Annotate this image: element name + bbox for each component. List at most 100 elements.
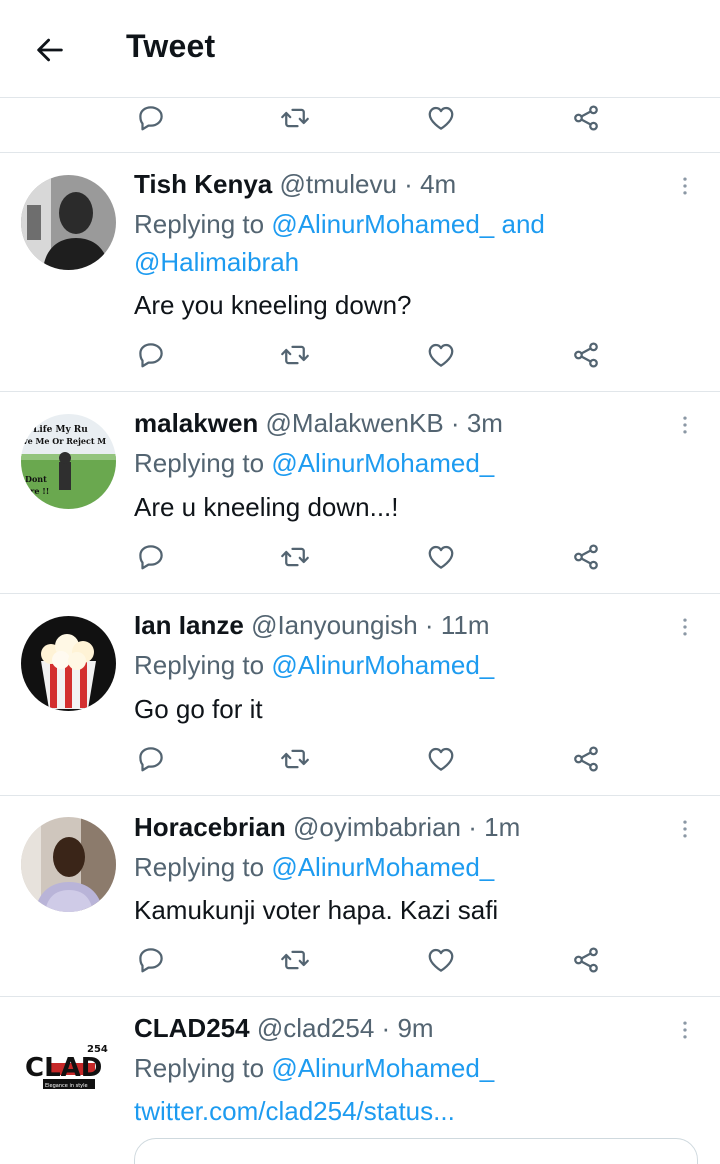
vertical-dots-icon <box>674 414 696 436</box>
retweet-icon <box>280 945 310 975</box>
replying-to-label: Replying to <box>134 650 265 680</box>
tweet-text: Are you kneeling down? <box>134 290 412 320</box>
heart-icon <box>426 945 456 975</box>
heart-icon <box>426 744 456 774</box>
tweet-text: Are u kneeling down...! <box>134 492 399 522</box>
timestamp: 11m <box>440 610 490 640</box>
speech-bubble-icon <box>136 542 166 572</box>
vertical-dots-icon <box>674 175 696 197</box>
share-icon <box>571 744 601 774</box>
avatar[interactable] <box>21 175 116 270</box>
share-icon <box>571 103 601 133</box>
avatar-overlay-text: Dont <box>25 474 47 484</box>
retweet-button[interactable] <box>270 333 320 377</box>
avatar-image <box>21 616 116 711</box>
speech-bubble-icon <box>136 744 166 774</box>
reply-button[interactable] <box>126 333 176 377</box>
avatar-overlay-text: are !! <box>25 486 49 496</box>
reply-tweet[interactable]: Life My Ru ve Me Or Reject M Dont are !!… <box>0 392 720 593</box>
share-icon <box>571 542 601 572</box>
display-name[interactable]: CLAD254 <box>134 1013 250 1043</box>
separator-dot: · <box>424 610 434 640</box>
reply-tweet[interactable]: Tish Kenya @tmulevu · 4m Replying to @Al… <box>0 153 720 391</box>
reply-button[interactable] <box>126 535 176 579</box>
user-handle[interactable]: @tmulevu <box>279 169 396 199</box>
display-name[interactable]: Tish Kenya <box>134 169 272 199</box>
more-options-button[interactable] <box>668 812 702 846</box>
share-button[interactable] <box>561 938 611 982</box>
user-handle[interactable]: @oyimbabrian <box>293 812 461 842</box>
mention-link[interactable]: @AlinurMohamed_ <box>271 1053 494 1083</box>
mention-link[interactable]: @AlinurMohamed_ <box>271 650 494 680</box>
heart-icon <box>426 340 456 370</box>
like-button[interactable] <box>416 333 466 377</box>
more-options-button[interactable] <box>668 169 702 203</box>
share-button[interactable] <box>561 333 611 377</box>
display-name[interactable]: malakwen <box>134 408 258 438</box>
share-button[interactable] <box>561 96 611 140</box>
timestamp: 4m <box>420 169 457 199</box>
user-handle[interactable]: @Ianyoungish <box>251 610 418 640</box>
reply-tweet[interactable]: Ian Ianze @Ianyoungish · 11m Replying to… <box>0 594 720 795</box>
separator-dot: · <box>450 408 460 438</box>
retweet-button[interactable] <box>270 96 320 140</box>
more-options-button[interactable] <box>668 1013 702 1047</box>
user-handle[interactable]: @clad254 <box>257 1013 374 1043</box>
reply-tweet[interactable]: Horacebrian @oyimbabrian · 1m Replying t… <box>0 796 720 996</box>
more-options-button[interactable] <box>668 610 702 644</box>
vertical-dots-icon <box>674 616 696 638</box>
replying-to: Replying to @AlinurMohamed_ <box>134 646 674 684</box>
tweet-link[interactable]: twitter.com/clad254/status... <box>134 1094 455 1128</box>
reply-button[interactable] <box>126 737 176 781</box>
avatar-image <box>21 817 116 912</box>
replying-to-label: Replying to <box>134 1053 265 1083</box>
tweet-text: Go go for it <box>134 694 263 724</box>
replying-to-label: Replying to <box>134 852 265 882</box>
speech-bubble-icon <box>136 103 166 133</box>
display-name[interactable]: Horacebrian <box>134 812 286 842</box>
retweet-button[interactable] <box>270 535 320 579</box>
mention-link[interactable]: @Halimaibrah <box>134 247 299 277</box>
avatar[interactable]: CLAD 254 Elegance in style <box>21 1019 116 1114</box>
retweet-button[interactable] <box>270 938 320 982</box>
avatar-image <box>21 175 116 270</box>
separator-dot: · <box>404 169 413 199</box>
like-button[interactable] <box>416 96 466 140</box>
vertical-dots-icon <box>674 818 696 840</box>
arrow-left-icon <box>37 38 63 62</box>
tweet-action-bar <box>0 938 720 992</box>
avatar-logo-text: Elegance in style <box>45 1083 88 1089</box>
replying-to: Replying to @AlinurMohamed_ <box>134 848 674 886</box>
top-app-bar: Tweet <box>0 0 720 98</box>
timestamp: 1m <box>484 812 521 842</box>
separator-dot: · <box>381 1013 391 1043</box>
share-button[interactable] <box>561 535 611 579</box>
speech-bubble-icon <box>136 340 166 370</box>
mention-link[interactable]: @AlinurMohamed_ <box>271 209 494 239</box>
replying-to-label: Replying to <box>134 209 265 239</box>
reply-button[interactable] <box>126 938 176 982</box>
avatar[interactable] <box>21 616 116 711</box>
user-handle[interactable]: @MalakwenKB <box>266 408 444 438</box>
like-button[interactable] <box>416 535 466 579</box>
avatar[interactable] <box>21 817 116 912</box>
mention-link[interactable]: @AlinurMohamed_ <box>271 448 494 478</box>
retweet-button[interactable] <box>270 737 320 781</box>
avatar[interactable]: Life My Ru ve Me Or Reject M Dont are !! <box>21 414 116 509</box>
retweet-icon <box>280 542 310 572</box>
like-button[interactable] <box>416 938 466 982</box>
mention-joiner[interactable]: and <box>502 209 545 239</box>
more-options-button[interactable] <box>668 408 702 442</box>
vertical-dots-icon <box>674 1019 696 1041</box>
avatar-overlay-text: ve Me Or Reject M <box>22 436 106 446</box>
like-button[interactable] <box>416 737 466 781</box>
reply-button[interactable] <box>126 96 176 140</box>
share-button[interactable] <box>561 737 611 781</box>
avatar-logo-text: 254 <box>87 1044 108 1055</box>
display-name[interactable]: Ian Ianze <box>134 610 244 640</box>
link-card-preview[interactable] <box>134 1138 698 1164</box>
back-button[interactable] <box>28 28 72 72</box>
replying-to: Replying to @AlinurMohamed_ <box>134 444 674 482</box>
mention-link[interactable]: @AlinurMohamed_ <box>271 852 494 882</box>
replying-to-label: Replying to <box>134 448 265 478</box>
